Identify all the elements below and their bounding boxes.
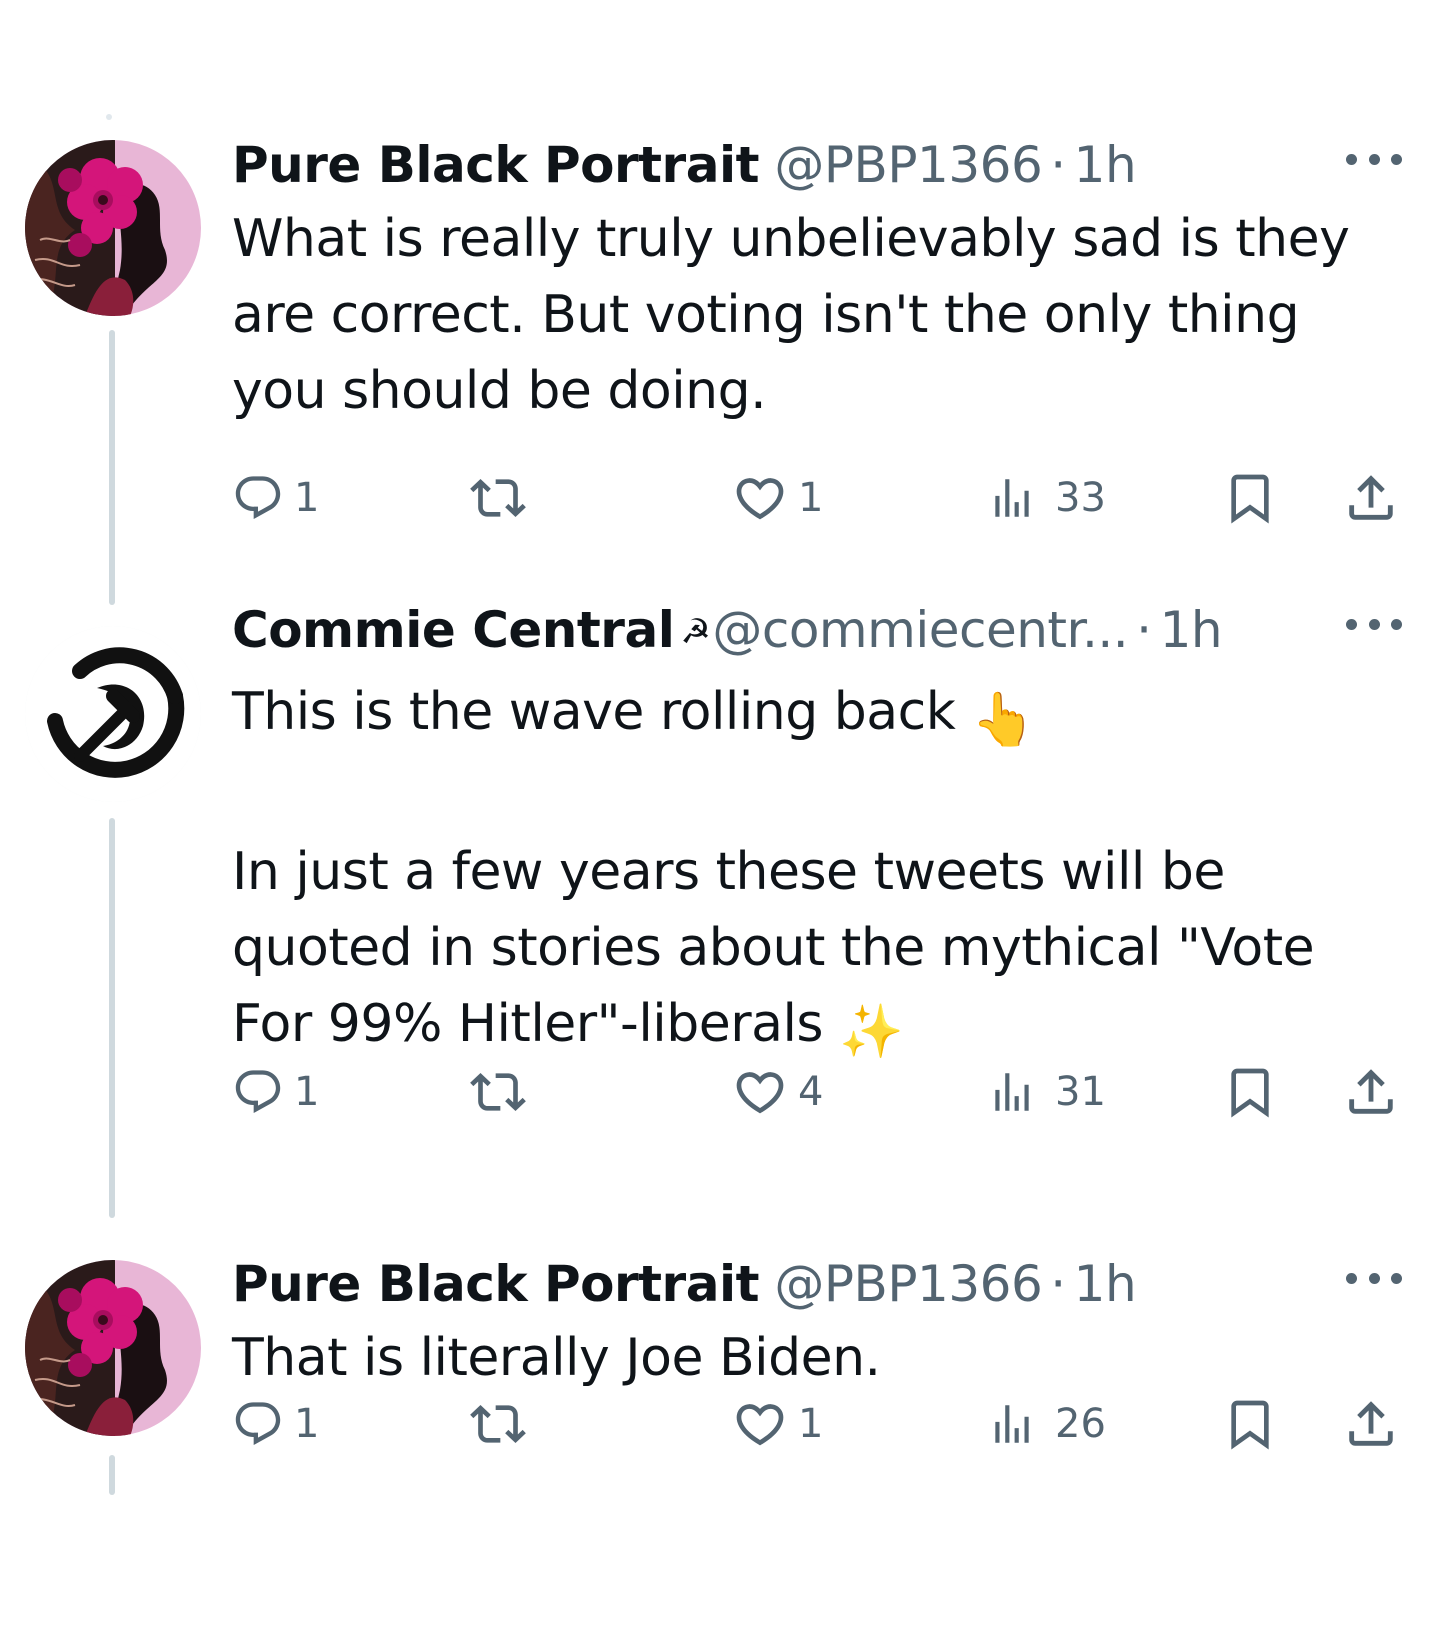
reply-count: 1 — [294, 475, 320, 521]
flower-portrait-avatar — [25, 1260, 201, 1436]
tweet-1[interactable]: Pure Black Portrait @PBP1366 · 1h What is … — [0, 0, 1440, 605]
timestamp[interactable]: 1h — [1074, 136, 1137, 194]
tweet-text-line1: This is the wave rolling back — [232, 682, 972, 742]
avatar[interactable] — [25, 626, 201, 802]
reply-icon — [232, 1398, 284, 1450]
views-button[interactable]: 26 — [987, 1394, 1106, 1454]
action-bar: 1 4 31 — [232, 1062, 1412, 1122]
views-icon — [987, 1399, 1037, 1449]
views-button[interactable]: 33 — [987, 468, 1106, 528]
bookmark-button[interactable] — [1222, 1394, 1278, 1454]
reply-icon — [232, 472, 284, 524]
share-button[interactable] — [1342, 468, 1400, 528]
like-icon — [732, 1396, 788, 1452]
views-count: 26 — [1055, 1401, 1106, 1447]
share-button[interactable] — [1342, 1062, 1400, 1122]
display-name[interactable]: Pure Black Portrait — [232, 136, 760, 194]
views-count: 33 — [1055, 475, 1106, 521]
thread-line — [109, 1455, 115, 1495]
like-count: 1 — [798, 475, 824, 521]
retweet-button[interactable] — [470, 1062, 526, 1122]
reply-button[interactable]: 1 — [232, 468, 319, 528]
tweet-header: Commie Central ☭@commiecentr... · 1h — [232, 600, 1402, 662]
share-icon — [1342, 1063, 1400, 1121]
share-button[interactable] — [1342, 1394, 1400, 1454]
action-bar: 1 1 26 — [232, 1394, 1412, 1454]
tweet-text: What is really truly unbelievably sad is… — [232, 209, 1350, 421]
views-icon — [987, 473, 1037, 523]
reply-button[interactable]: 1 — [232, 1062, 319, 1122]
reply-button[interactable]: 1 — [232, 1394, 319, 1454]
timestamp[interactable]: 1h — [1074, 1255, 1137, 1313]
avatar[interactable] — [25, 140, 201, 316]
user-handle[interactable]: @PBP1366 — [774, 136, 1042, 194]
action-bar: 1 1 33 — [232, 468, 1412, 528]
tweet-header: Pure Black Portrait @PBP1366 · 1h — [232, 135, 1402, 195]
hammer-sickle-badge: ☭ — [680, 612, 711, 652]
like-icon — [732, 470, 788, 526]
bookmark-button[interactable] — [1222, 468, 1278, 528]
separator: · — [1050, 136, 1066, 194]
tweet-text-body: In just a few years these tweets will be… — [232, 842, 1315, 1054]
bookmark-icon — [1222, 1064, 1278, 1120]
more-icon[interactable] — [1346, 149, 1402, 169]
tweet-text: This is the wave rolling back 👆 — [232, 674, 1402, 758]
like-button[interactable]: 4 — [732, 1062, 823, 1122]
like-button[interactable]: 1 — [732, 1394, 823, 1454]
more-icon[interactable] — [1346, 614, 1402, 634]
like-button[interactable]: 1 — [732, 468, 823, 528]
reply-icon — [232, 1066, 284, 1118]
tweet-text: That is literally Joe Biden. — [232, 1328, 881, 1388]
retweet-button[interactable] — [470, 468, 526, 528]
retweet-button[interactable] — [470, 1394, 526, 1454]
pointing-up-emoji: 👆 — [971, 690, 1036, 750]
sparkles-emoji: ✨ — [839, 1002, 904, 1062]
views-button[interactable]: 31 — [987, 1062, 1106, 1122]
retweet-icon — [470, 470, 526, 526]
views-count: 31 — [1055, 1069, 1106, 1115]
separator: · — [1050, 1255, 1066, 1313]
user-handle[interactable]: @commiecentr... — [712, 601, 1128, 659]
thread-line — [109, 818, 115, 1218]
more-icon[interactable] — [1346, 1268, 1402, 1288]
tweet-text-paragraph2: In just a few years these tweets will be… — [232, 834, 1402, 1070]
display-name[interactable]: Pure Black Portrait — [232, 1255, 760, 1313]
reply-count: 1 — [294, 1401, 320, 1447]
retweet-icon — [470, 1064, 526, 1120]
flower-portrait-avatar — [25, 140, 201, 316]
user-handle[interactable]: @PBP1366 — [774, 1255, 1042, 1313]
bookmark-icon — [1222, 1396, 1278, 1452]
share-icon — [1342, 469, 1400, 527]
tweet-3[interactable]: Pure Black Portrait @PBP1366 · 1h That is … — [0, 1240, 1440, 1633]
avatar[interactable] — [25, 1260, 201, 1436]
retweet-icon — [470, 1396, 526, 1452]
thread-line — [109, 330, 115, 605]
display-name[interactable]: Commie Central — [232, 601, 675, 659]
tweet-2[interactable]: Commie Central ☭@commiecentr... · 1h This i… — [0, 600, 1440, 1240]
share-icon — [1342, 1395, 1400, 1453]
separator: · — [1136, 601, 1152, 659]
tweet-header: Pure Black Portrait @PBP1366 · 1h — [232, 1254, 1402, 1314]
like-count: 4 — [798, 1069, 824, 1115]
reply-count: 1 — [294, 1069, 320, 1115]
like-count: 1 — [798, 1401, 824, 1447]
timestamp[interactable]: 1h — [1160, 601, 1223, 659]
bookmark-icon — [1222, 470, 1278, 526]
like-icon — [732, 1064, 788, 1120]
bookmark-button[interactable] — [1222, 1062, 1278, 1122]
views-icon — [987, 1067, 1037, 1117]
hammer-sickle-avatar — [25, 626, 201, 802]
